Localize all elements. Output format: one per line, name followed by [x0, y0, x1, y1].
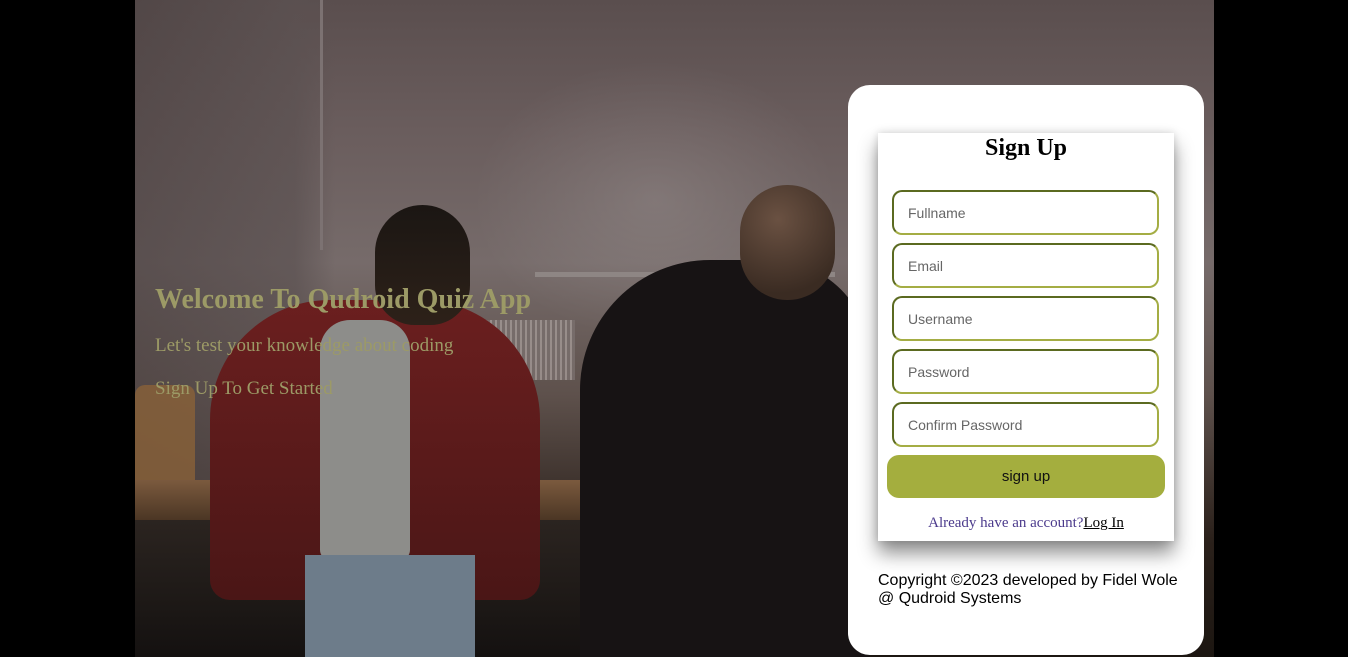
form-title: Sign Up	[984, 135, 1068, 161]
hero-cta-text: Sign Up To Get Started	[155, 378, 333, 399]
signup-form: Sign Up sign up Already have an account?…	[878, 133, 1174, 541]
hero-subtitle: Let's test your knowledge about coding	[155, 335, 454, 356]
username-input[interactable]	[892, 296, 1159, 341]
password-input[interactable]	[892, 349, 1159, 394]
background-person-right	[580, 260, 870, 657]
confirm-password-input[interactable]	[892, 402, 1159, 447]
login-prompt-text: Already have an account?	[928, 515, 1084, 531]
email-input[interactable]	[892, 243, 1159, 288]
hero-title: Welcome To Qudroid Quiz App	[155, 284, 532, 315]
hero-section: Welcome To Qudroid Quiz App Let's test y…	[155, 282, 535, 400]
login-prompt-line: Already have an account?Log In	[878, 514, 1174, 532]
background-cord	[320, 0, 323, 250]
background-person-left-jeans	[305, 555, 475, 657]
fullname-input[interactable]	[892, 190, 1159, 235]
background-person-right-head	[740, 185, 835, 300]
login-link[interactable]: Log In	[1083, 515, 1123, 531]
signup-button[interactable]: sign up	[887, 455, 1165, 498]
copyright-text: Copyright ©2023 developed by Fidel Wole …	[878, 572, 1178, 607]
